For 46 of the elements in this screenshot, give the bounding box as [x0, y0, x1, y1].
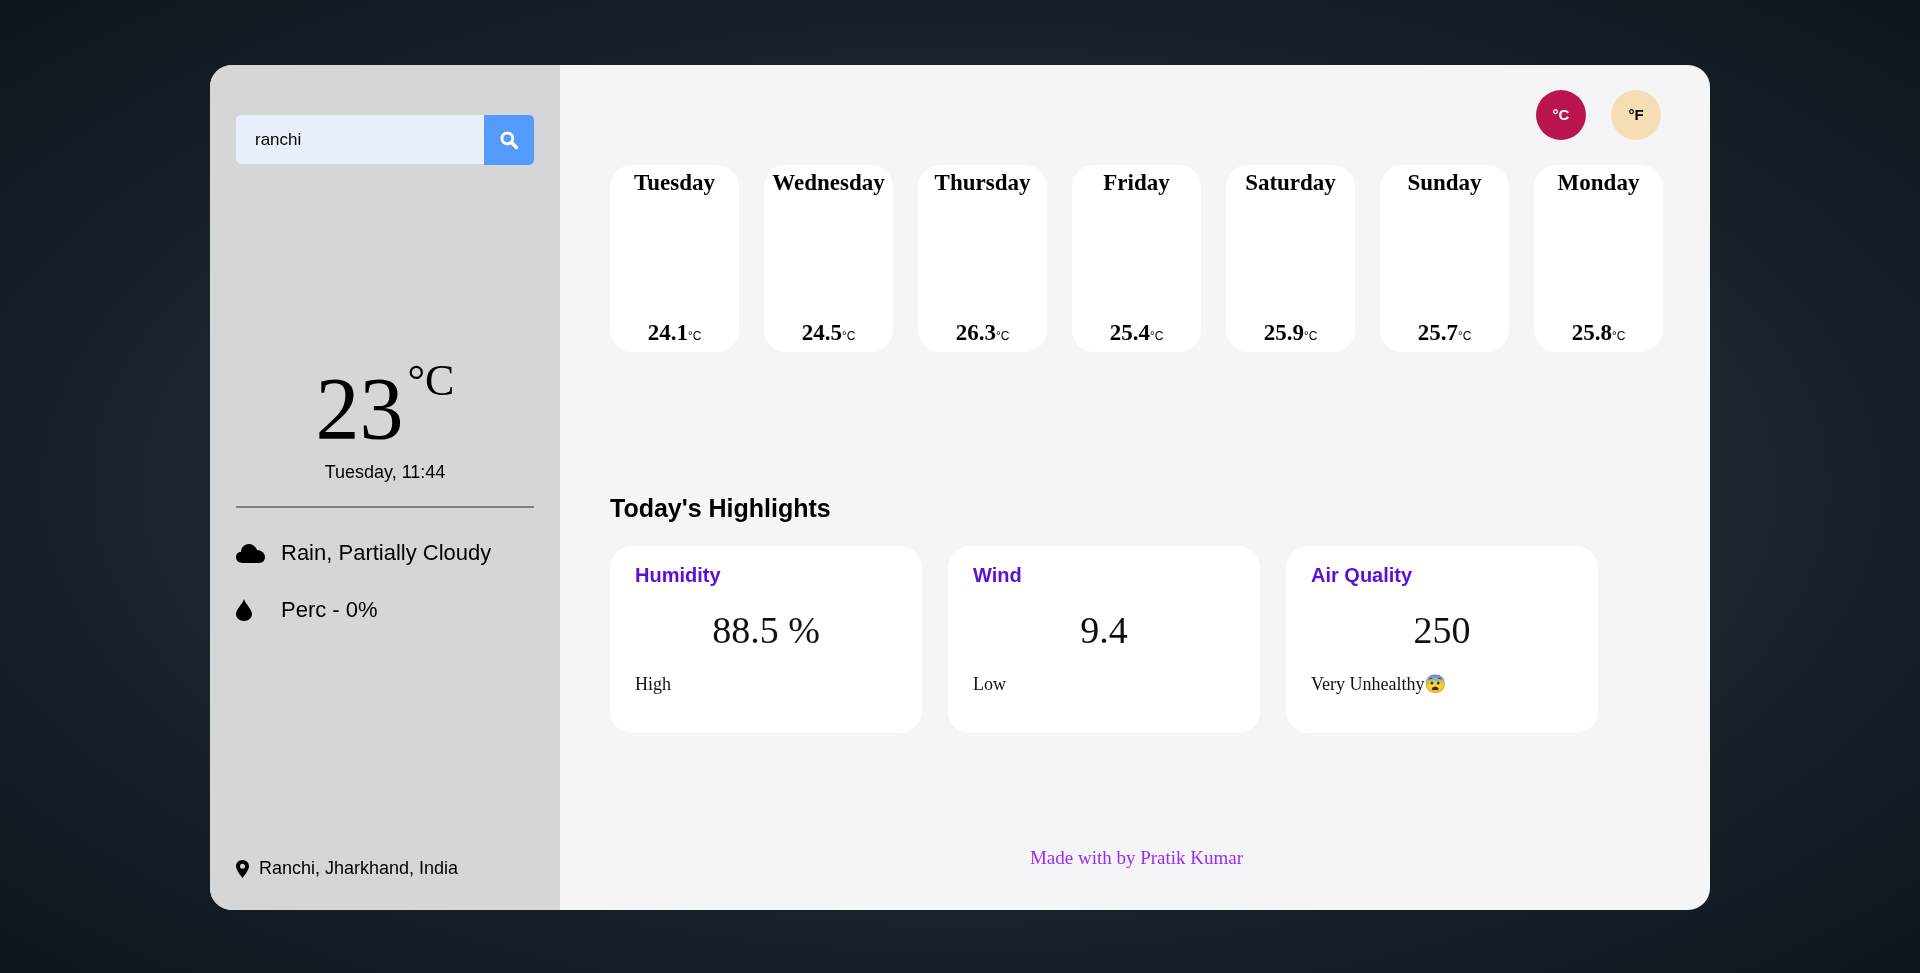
forecast-unit: °C [1303, 328, 1318, 345]
current-temperature: 23 [315, 365, 404, 453]
forecast-temperature: 25.9 [1263, 318, 1304, 347]
forecast-unit: °C [1457, 328, 1472, 345]
highlight-value: 88.5 % [712, 607, 820, 653]
highlight-status: Low [973, 672, 1007, 696]
highlight-value: 9.4 [1080, 607, 1128, 653]
forecast-day: Saturday [1245, 166, 1336, 201]
forecast-unit: °C [1611, 328, 1626, 345]
search-icon [499, 130, 520, 150]
forecast-temperature: 25.8 [1571, 318, 1612, 347]
weather-condition: Rain, Partially Cloudy [281, 539, 492, 567]
temperature-unit: °C [407, 359, 455, 403]
highlight-status: High [635, 672, 672, 696]
forecast-day: Monday [1557, 166, 1640, 201]
cloud-icon [236, 541, 265, 564]
search-button[interactable] [484, 115, 534, 165]
water-drop-icon [236, 598, 252, 621]
forecast-temperature: 25.4 [1109, 318, 1150, 347]
highlight-status: Very Unhealthy😨 [1311, 672, 1448, 696]
highlight-title: Air Quality [1311, 562, 1414, 588]
forecast-day: Wednesday [772, 166, 885, 201]
forecast-day: Sunday [1407, 166, 1482, 201]
forecast-temperature: 25.7 [1417, 318, 1458, 347]
forecast-unit: °C [687, 328, 702, 345]
forecast-temperature: 24.1 [647, 318, 688, 347]
unit-toggle[interactable]: °C [1536, 90, 1586, 140]
forecast-unit: °C [841, 328, 856, 345]
location-pin-icon [236, 859, 249, 878]
forecast-day: Friday [1103, 166, 1170, 201]
forecast-day: Thursday [934, 166, 1031, 201]
forecast-day: Tuesday [634, 166, 715, 201]
highlight-title: Wind [973, 562, 1023, 588]
date-time: Tuesday, 11:44 [324, 461, 446, 484]
forecast-unit: °C [995, 328, 1010, 345]
highlight-title: Humidity [635, 562, 722, 588]
forecast-temperature: 26.3 [955, 318, 996, 347]
section-title: Today's Highlights [610, 493, 832, 524]
forecast-temperature: 24.5 [801, 318, 842, 347]
precipitation: Perc - 0% [281, 596, 378, 624]
search-field[interactable]: ranchi [236, 115, 485, 164]
highlight-value: 250 [1413, 607, 1471, 653]
location: Ranchi, Jharkhand, India [259, 857, 459, 880]
unit-toggle[interactable]: °F [1611, 90, 1661, 140]
footer-credit: Made with by Pratik Kumar [1029, 845, 1244, 870]
forecast-unit: °C [1149, 328, 1164, 345]
